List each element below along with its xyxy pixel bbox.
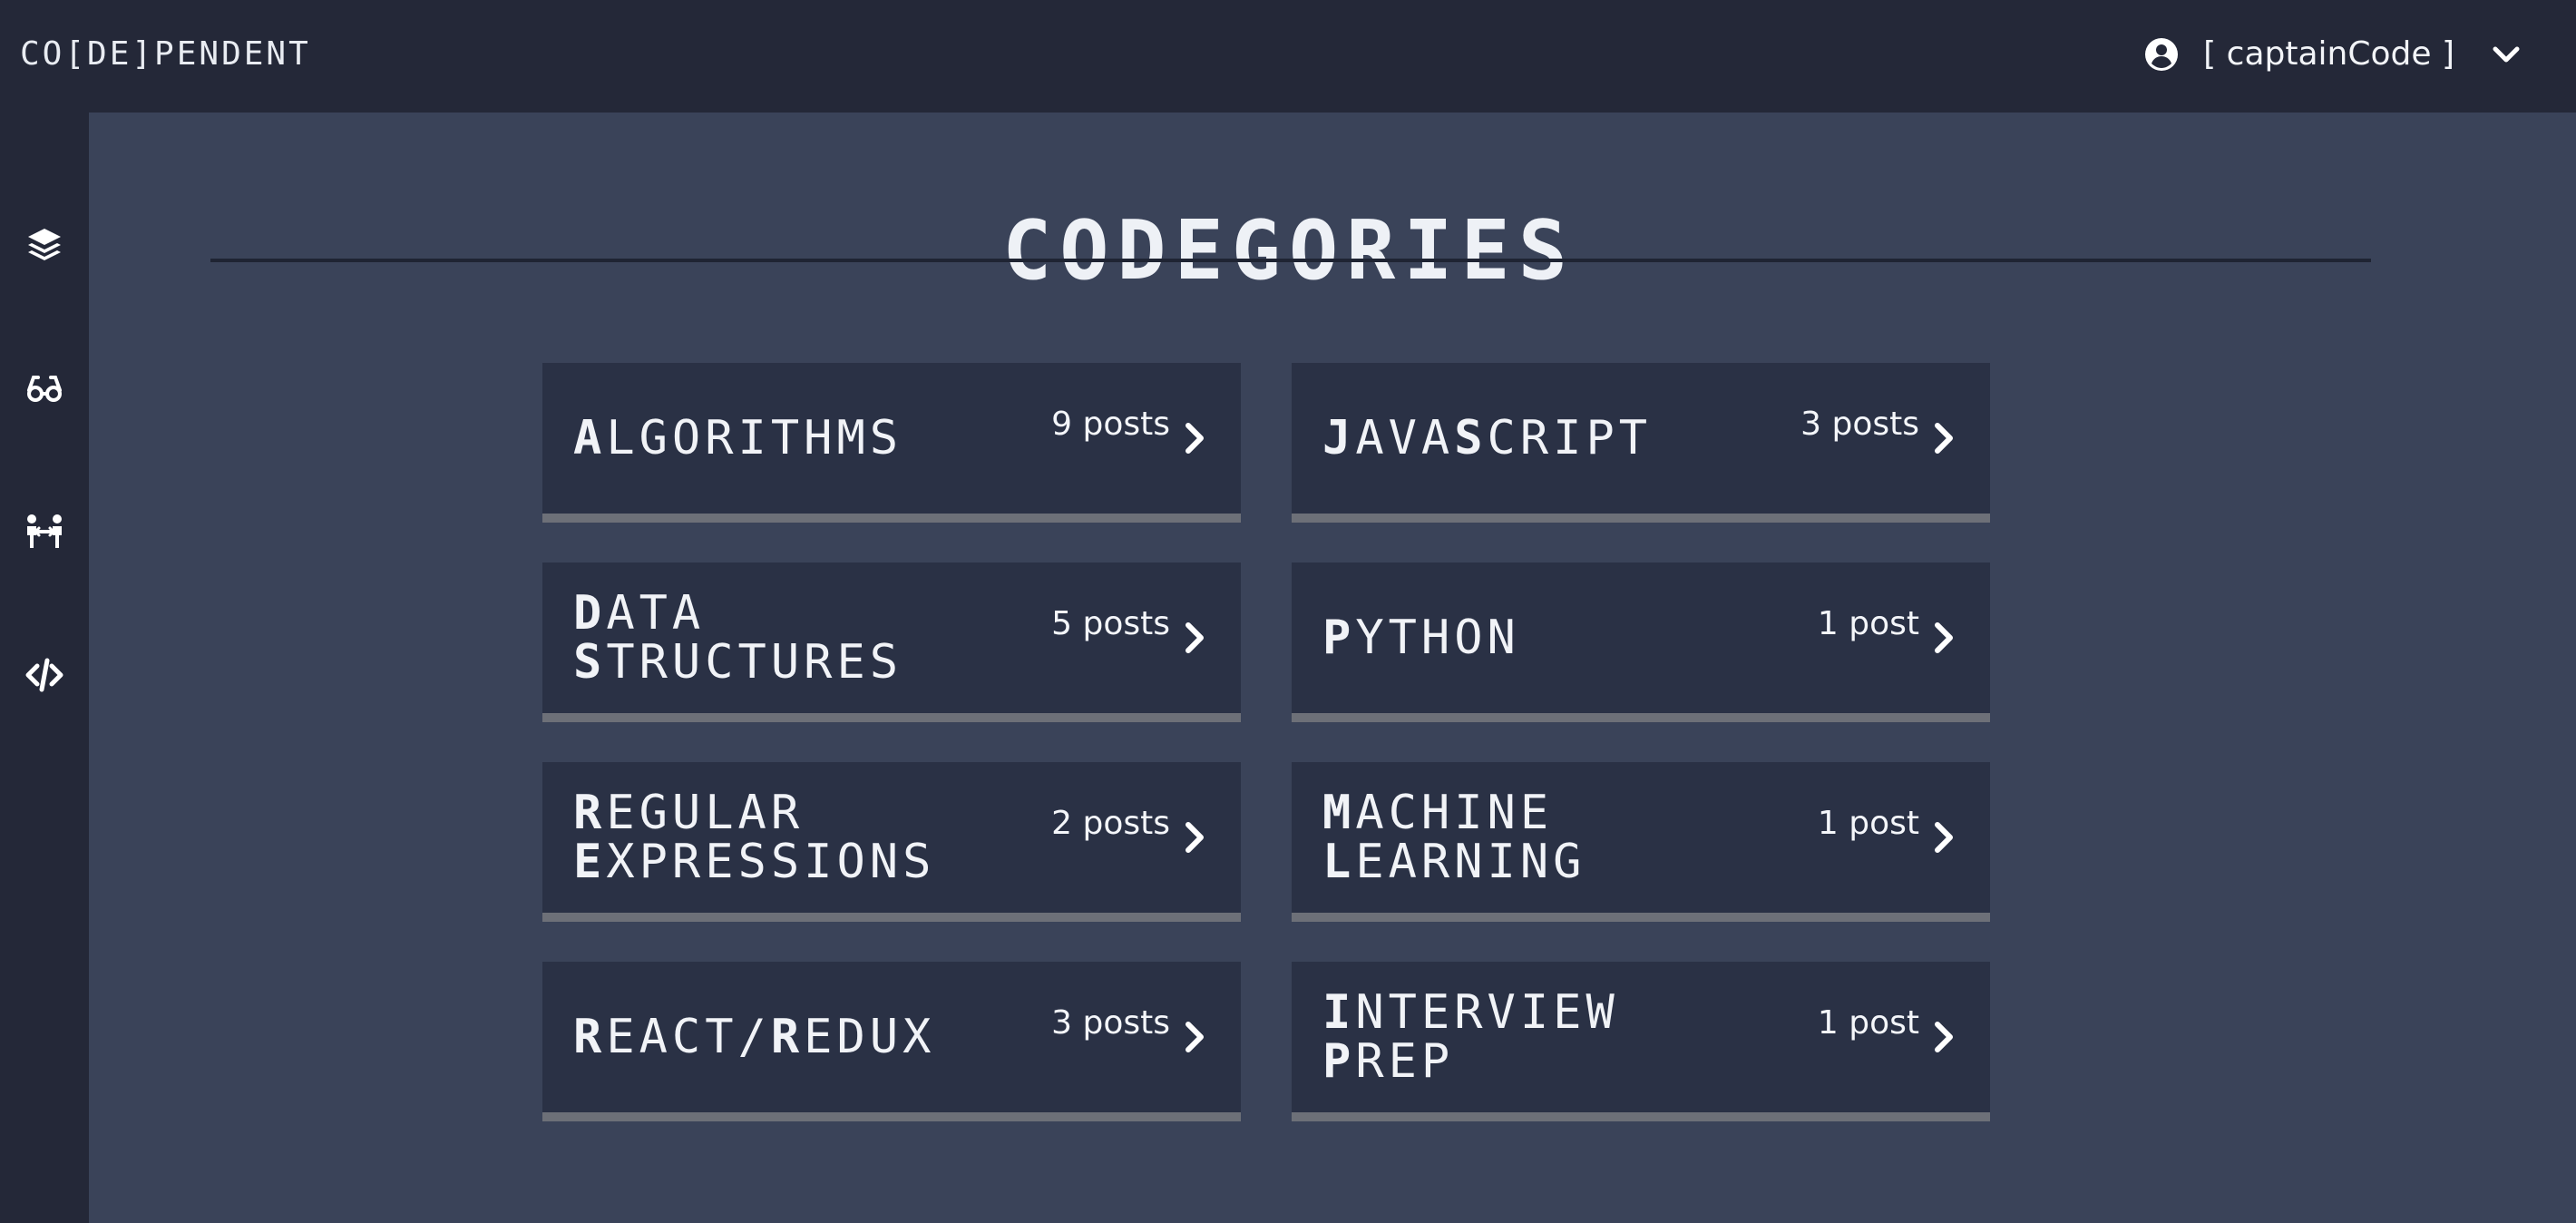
title-divider [210, 259, 2371, 262]
sidebar-item-categories[interactable] [23, 223, 66, 267]
post-count: 1 post [1817, 605, 1919, 642]
category-card-algorithms[interactable]: ALGORITHMS 9 posts [542, 363, 1241, 523]
code-icon [25, 658, 63, 692]
category-card-react-redux[interactable]: REACT/REDUX 3 posts [542, 962, 1241, 1121]
post-count: 9 posts [1051, 406, 1170, 443]
category-title-line-1: MACHINE [1322, 786, 1554, 840]
category-card-javascript[interactable]: JAVASCRIPT 3 posts [1292, 363, 1990, 523]
category-title: JAVASCRIPT [1322, 363, 1812, 514]
category-title-line-2: PREP [1322, 1034, 1455, 1089]
post-count: 5 posts [1051, 605, 1170, 642]
chevron-right-icon [1935, 1022, 1953, 1052]
page-title-rest: ODEGORIES [1059, 203, 1576, 299]
category-title-line-1: REACT/REDUX [573, 1010, 936, 1064]
chevron-right-icon [1935, 622, 1953, 653]
user-menu[interactable]: [ captainCode ] [2143, 31, 2522, 78]
post-count: 3 posts [1800, 406, 1919, 443]
site-brand[interactable]: CO[DE]PENDENT [20, 34, 311, 74]
category-title-line-1: INTERVIEW [1322, 985, 1619, 1040]
chevron-right-icon [1186, 822, 1204, 853]
page-title-initial: C [1002, 203, 1060, 299]
category-title: ALGORITHMS [573, 363, 1063, 514]
category-card-interview-prep[interactable]: INTERVIEW PREP 1 post [1292, 962, 1990, 1121]
username-label: [ captainCode ] [2203, 35, 2454, 73]
category-title-line-1: DATA [573, 586, 706, 641]
chevron-right-icon [1186, 1022, 1204, 1052]
user-circle-icon [2145, 38, 2179, 71]
category-title: REACT/REDUX [573, 962, 1063, 1112]
category-title: REGULAR EXPRESSIONS [573, 762, 1063, 913]
people-connection-icon [27, 514, 62, 548]
page-title: CODEGORIES [89, 201, 2489, 301]
category-card-data-structures[interactable]: DATA STRUCTURES 5 posts [542, 563, 1241, 722]
post-count: 1 post [1817, 805, 1919, 842]
chevron-right-icon [1186, 423, 1204, 454]
post-count: 2 posts [1051, 805, 1170, 842]
category-card-machine-learning[interactable]: MACHINE LEARNING 1 post [1292, 762, 1990, 922]
sidebar-item-code[interactable] [23, 653, 66, 697]
glasses-icon [27, 376, 62, 402]
category-title: DATA STRUCTURES [573, 563, 1063, 713]
chevron-right-icon [1186, 622, 1204, 653]
category-title-line-2: STRUCTURES [573, 635, 903, 690]
main-content: CODEGORIES ALGORITHMS 9 posts JAVASCRIPT… [89, 113, 2576, 1223]
chevron-right-icon [1935, 822, 1953, 853]
chevron-right-icon [1935, 423, 1953, 454]
category-title-line-1: REGULAR [573, 786, 805, 840]
category-title: MACHINE LEARNING [1322, 762, 1812, 913]
category-title-line-2: EXPRESSIONS [573, 835, 936, 889]
category-title-line-1: JAVASCRIPT [1322, 411, 1653, 465]
category-card-regular-expressions[interactable]: REGULAR EXPRESSIONS 2 posts [542, 762, 1241, 922]
category-title: INTERVIEW PREP [1322, 962, 1812, 1112]
sidebar [0, 113, 89, 1223]
sidebar-item-reading[interactable] [23, 367, 66, 410]
category-title-line-1: ALGORITHMS [573, 411, 903, 465]
category-title: PYTHON [1322, 563, 1812, 713]
layers-icon [28, 229, 61, 260]
post-count: 1 post [1817, 1004, 1919, 1042]
category-card-python[interactable]: PYTHON 1 post [1292, 563, 1990, 722]
post-count: 3 posts [1051, 1004, 1170, 1042]
category-title-line-1: PYTHON [1322, 611, 1520, 665]
top-navbar: CO[DE]PENDENT [ captainCode ] [0, 0, 2576, 113]
category-title-line-2: LEARNING [1322, 835, 1586, 889]
chevron-down-icon[interactable] [2491, 39, 2522, 70]
sidebar-item-community[interactable] [23, 510, 66, 553]
